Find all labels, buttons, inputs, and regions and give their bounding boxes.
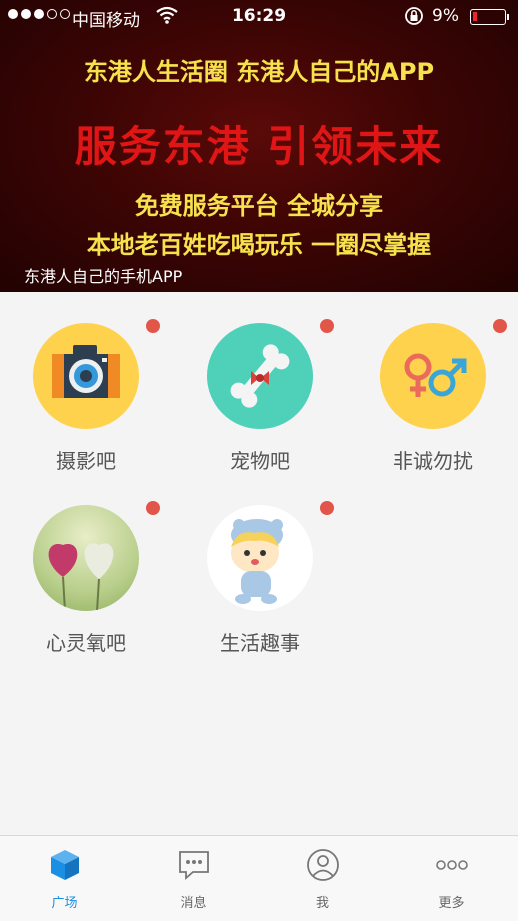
category-dating[interactable]: 非诚勿扰 <box>356 319 518 493</box>
more-icon <box>435 848 469 882</box>
tab-messages[interactable]: 消息 <box>129 836 258 921</box>
new-badge <box>146 319 160 333</box>
category-mind-oasis[interactable]: 心灵氧吧 <box>9 501 179 675</box>
tab-label: 更多 <box>438 896 465 911</box>
camera-icon <box>33 323 139 429</box>
tab-label: 广场 <box>51 896 78 911</box>
tab-label: 我 <box>315 896 329 911</box>
tab-square[interactable]: 广场 <box>0 836 129 921</box>
category-label: 非诚勿扰 <box>393 449 473 473</box>
cube-icon <box>48 848 82 882</box>
new-badge <box>320 501 334 515</box>
tab-more[interactable]: 更多 <box>387 836 516 921</box>
gender-icon <box>380 323 486 429</box>
category-label: 心灵氧吧 <box>46 631 126 655</box>
category-label: 摄影吧 <box>56 449 116 473</box>
tab-me[interactable]: 我 <box>258 836 387 921</box>
battery-icon <box>470 9 509 25</box>
banner-slogan-1: 东港人生活圈 东港人自己的APP <box>83 58 435 86</box>
status-bar: 中国移动 16:29 9% <box>0 0 518 34</box>
bottom-tab-bar: 广场 消息 我 更多 <box>0 835 518 921</box>
new-badge <box>146 501 160 515</box>
user-icon <box>306 848 340 882</box>
bone-icon <box>207 323 313 429</box>
category-pets[interactable]: 宠物吧 <box>183 319 353 493</box>
message-icon <box>177 848 211 882</box>
tab-label: 消息 <box>180 896 207 911</box>
new-badge <box>320 319 334 333</box>
promo-banner[interactable]: 中国移动 16:29 9% 东港人生活圈 东港人自己的APP 服务东港 引领未来… <box>0 0 518 292</box>
cartoon-baby-icon <box>207 505 313 611</box>
category-life-fun[interactable]: 生活趣事 <box>183 501 353 675</box>
category-photography[interactable]: 摄影吧 <box>9 319 179 493</box>
hearts-icon <box>33 505 139 611</box>
new-badge <box>493 319 507 333</box>
banner-caption: 东港人自己的手机APP <box>24 267 183 286</box>
banner-slogan-2: 免费服务平台 全城分享 <box>134 192 384 220</box>
banner-headline: 服务东港 引领未来 <box>74 122 444 171</box>
category-label: 宠物吧 <box>230 449 290 473</box>
rotation-lock-icon <box>403 5 425 32</box>
banner-slogan-3: 本地老百姓吃喝玩乐 一圈尽掌握 <box>86 231 432 259</box>
category-label: 生活趣事 <box>220 631 300 655</box>
battery-percent: 9% <box>432 6 459 26</box>
